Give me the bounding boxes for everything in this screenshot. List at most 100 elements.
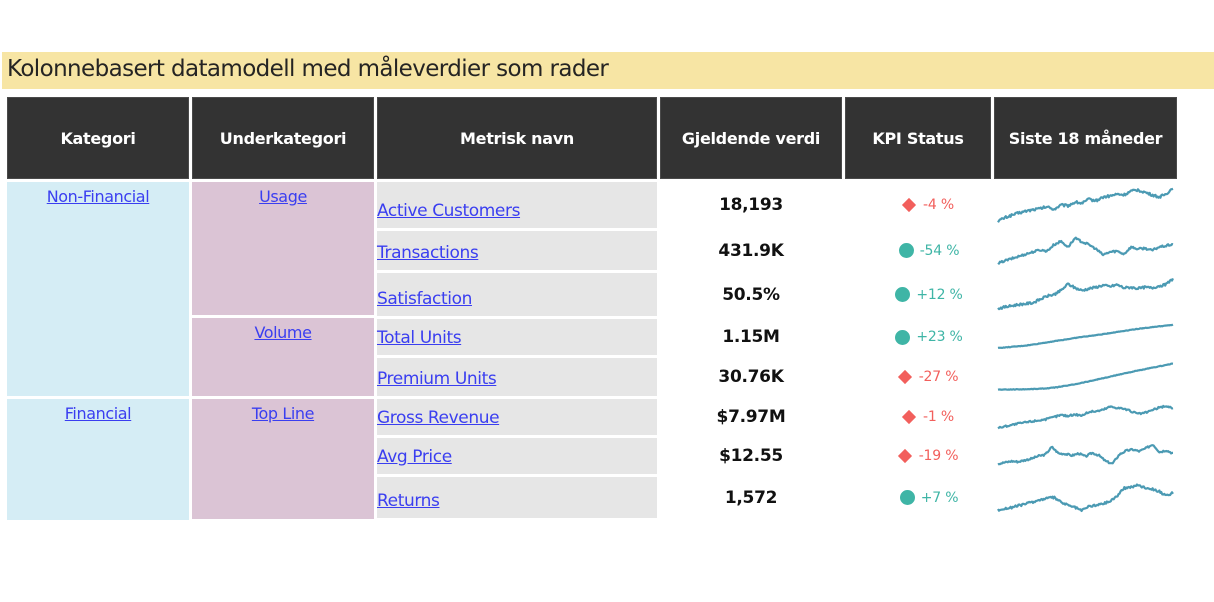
current-value: 1.15M xyxy=(660,327,842,347)
sparkline-cell xyxy=(994,358,1177,396)
sparkline-line xyxy=(998,406,1173,429)
category-cell: Non-Financial xyxy=(7,182,189,396)
kpi-change-text: -54 % xyxy=(920,243,960,259)
kpi-status: -4 % xyxy=(845,197,991,213)
sparkline-cell xyxy=(994,182,1177,228)
sparkline-chart xyxy=(994,358,1177,396)
current-value-cell: 431.9K xyxy=(660,231,842,270)
circle-ok-icon xyxy=(899,243,914,258)
kpi-status-cell: +12 % xyxy=(845,273,991,316)
diamond-warning-icon xyxy=(898,370,912,384)
kpi-change-text: +23 % xyxy=(916,329,962,345)
title-bar: Kolonnebasert datamodell med måleverdier… xyxy=(2,52,1214,89)
metric-link[interactable]: Gross Revenue xyxy=(377,408,499,428)
sparkline-cell xyxy=(994,438,1177,474)
kpi-status-cell: -1 % xyxy=(845,399,991,435)
kpi-change-text: -19 % xyxy=(919,448,959,464)
sparkline-cell xyxy=(994,319,1177,355)
subcategory-cell: Usage xyxy=(192,182,374,315)
kpi-change-text: -1 % xyxy=(923,409,954,425)
kpi-status: -27 % xyxy=(845,369,991,385)
metric-name-cell: Satisfaction xyxy=(377,273,657,316)
kpi-status: +12 % xyxy=(845,287,991,303)
circle-ok-icon xyxy=(900,490,915,505)
current-value: $7.97M xyxy=(660,407,842,427)
metric-name-cell: Premium Units xyxy=(377,358,657,396)
kpi-change-text: +12 % xyxy=(916,287,962,303)
kpi-status: -19 % xyxy=(845,448,991,464)
current-value-cell: 18,193 xyxy=(660,182,842,228)
page-title: Kolonnebasert datamodell med måleverdier… xyxy=(7,56,608,82)
metric-name-cell: Returns xyxy=(377,477,657,518)
metric-link[interactable]: Returns xyxy=(377,491,439,511)
metric-link[interactable]: Active Customers xyxy=(377,201,520,221)
current-value-cell: 1,572 xyxy=(660,477,842,518)
current-value-cell: 50.5% xyxy=(660,273,842,316)
column-header-kpi-status[interactable]: KPI Status xyxy=(845,97,991,179)
category-link-non-financial[interactable]: Non-Financial xyxy=(7,187,189,206)
sparkline-chart xyxy=(994,182,1177,228)
current-value: 1,572 xyxy=(660,488,842,508)
sparkline-chart xyxy=(994,399,1177,435)
metric-link[interactable]: Premium Units xyxy=(377,369,496,389)
diamond-warning-icon xyxy=(898,449,912,463)
subcategory-cell: Volume xyxy=(192,318,374,396)
sparkline-chart xyxy=(994,231,1177,270)
current-value: 30.76K xyxy=(660,367,842,387)
diamond-warning-icon xyxy=(902,410,916,424)
sparkline-line xyxy=(998,485,1173,512)
kpi-change-text: +7 % xyxy=(921,490,959,506)
category-cell: Financial xyxy=(7,399,189,520)
kpi-change-text: -27 % xyxy=(919,369,959,385)
kpi-status-cell: -19 % xyxy=(845,438,991,474)
sparkline-cell xyxy=(994,231,1177,270)
circle-ok-icon xyxy=(895,330,910,345)
current-value: 431.9K xyxy=(660,241,842,261)
sparkline-line xyxy=(998,445,1173,464)
kpi-status: +23 % xyxy=(845,329,991,345)
sparkline-cell xyxy=(994,477,1177,518)
subcategory-link-top-line[interactable]: Top Line xyxy=(192,404,374,423)
sparkline-chart xyxy=(994,477,1177,518)
metric-name-cell: Active Customers xyxy=(377,182,657,228)
metric-link[interactable]: Transactions xyxy=(377,243,478,263)
sparkline-line xyxy=(998,278,1173,309)
sparkline-line xyxy=(998,189,1173,223)
kpi-status-cell: -27 % xyxy=(845,358,991,396)
current-value: 18,193 xyxy=(660,195,842,215)
current-value-cell: 1.15M xyxy=(660,319,842,355)
metric-link[interactable]: Avg Price xyxy=(377,447,452,467)
kpi-status: -1 % xyxy=(845,409,991,425)
column-header-siste-18-maneder[interactable]: Siste 18 måneder xyxy=(994,97,1177,179)
current-value-cell: $12.55 xyxy=(660,438,842,474)
current-value: $12.55 xyxy=(660,446,842,466)
subcategory-cell: Top Line xyxy=(192,399,374,519)
sparkline-cell xyxy=(994,273,1177,316)
column-header-underkategori[interactable]: Underkategori xyxy=(192,97,374,179)
metric-link[interactable]: Total Units xyxy=(377,328,461,348)
metric-link[interactable]: Satisfaction xyxy=(377,289,472,309)
kpi-change-text: -4 % xyxy=(923,197,954,213)
sparkline-cell xyxy=(994,399,1177,435)
current-value: 50.5% xyxy=(660,285,842,305)
kpi-status-cell: +7 % xyxy=(845,477,991,518)
sparkline-chart xyxy=(994,438,1177,474)
current-value-cell: 30.76K xyxy=(660,358,842,396)
column-header-metrisk-navn[interactable]: Metrisk navn xyxy=(377,97,657,179)
column-header-gjeldende-verdi[interactable]: Gjeldende verdi xyxy=(660,97,842,179)
kpi-status-cell: -54 % xyxy=(845,231,991,270)
subcategory-link-usage[interactable]: Usage xyxy=(192,187,374,206)
subcategory-link-volume[interactable]: Volume xyxy=(192,323,374,342)
metric-name-cell: Total Units xyxy=(377,319,657,355)
kpi-status-cell: +23 % xyxy=(845,319,991,355)
kpi-status: -54 % xyxy=(845,243,991,259)
sparkline-line xyxy=(998,364,1173,390)
metric-name-cell: Avg Price xyxy=(377,438,657,474)
column-header-kategori[interactable]: Kategori xyxy=(7,97,189,179)
metric-name-cell: Transactions xyxy=(377,231,657,270)
diamond-warning-icon xyxy=(902,198,916,212)
circle-ok-icon xyxy=(895,287,910,302)
category-link-financial[interactable]: Financial xyxy=(7,404,189,423)
current-value-cell: $7.97M xyxy=(660,399,842,435)
metric-name-cell: Gross Revenue xyxy=(377,399,657,435)
